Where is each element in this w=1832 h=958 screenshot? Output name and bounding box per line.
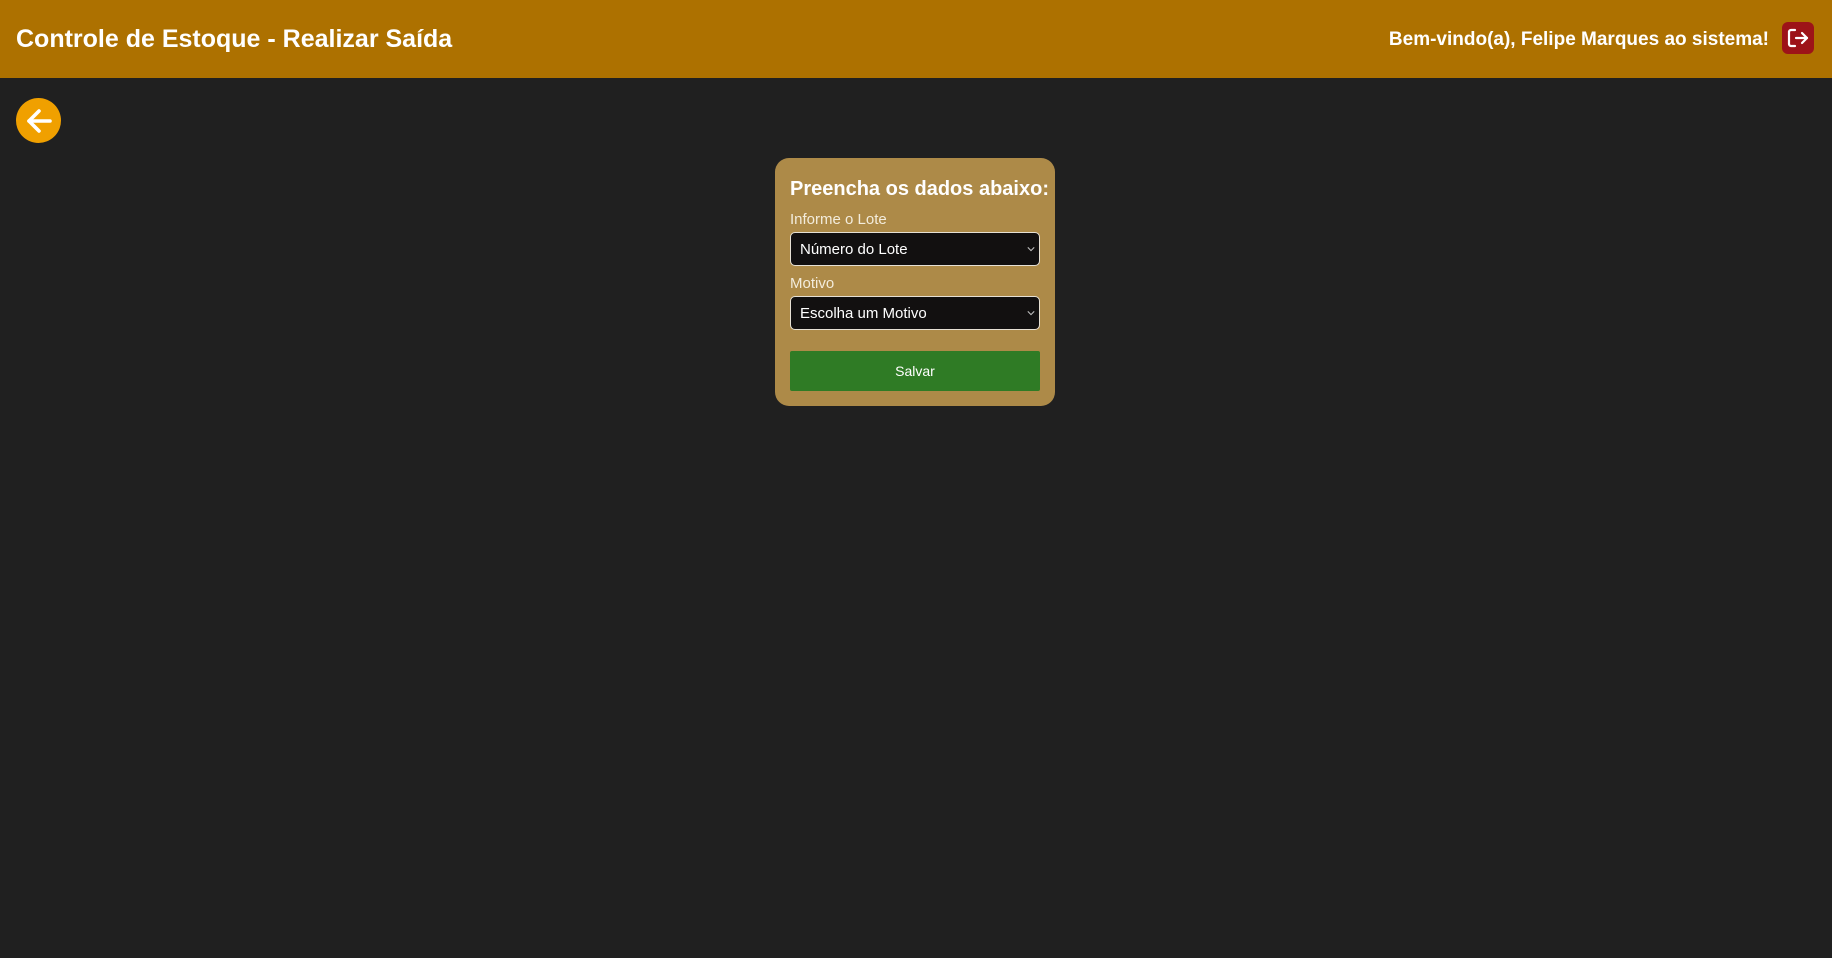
motivo-select[interactable]: Escolha um Motivo <box>790 296 1040 330</box>
arrow-left-icon <box>26 108 52 133</box>
welcome-message: Bem-vindo(a), Felipe Marques ao sistema! <box>1388 29 1769 50</box>
lote-label: Informe o Lote <box>790 211 887 228</box>
exit-form-card: Preencha os dados abaixo: Informe o Lote… <box>775 158 1055 406</box>
form-title: Preencha os dados abaixo: <box>790 178 1049 200</box>
chevron-down-icon <box>1027 247 1035 252</box>
logout-button[interactable] <box>1782 22 1814 54</box>
chevron-down-icon <box>1027 311 1035 316</box>
lote-select-value: Número do Lote <box>800 241 908 258</box>
save-button[interactable]: Salvar <box>790 351 1040 391</box>
page-title: Controle de Estoque - Realizar Saída <box>16 25 453 53</box>
top-bar: Controle de Estoque - Realizar Saída Bem… <box>0 0 1832 78</box>
motivo-label: Motivo <box>790 275 835 292</box>
logout-icon <box>1787 28 1809 48</box>
motivo-select-value: Escolha um Motivo <box>800 305 927 322</box>
back-button[interactable] <box>16 98 61 143</box>
lote-select[interactable]: Número do Lote <box>790 232 1040 266</box>
